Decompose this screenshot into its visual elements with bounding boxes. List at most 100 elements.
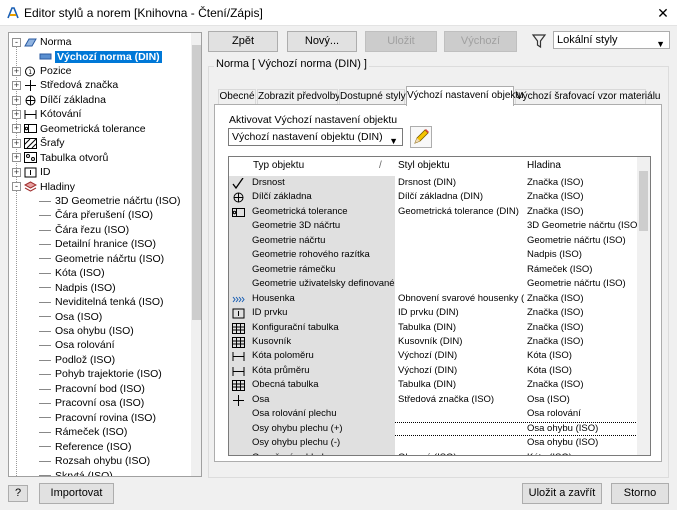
- grid-row[interactable]: Kóta poloměru Výchozí (DIN) Kóta (ISO): [229, 349, 638, 364]
- layer-cell[interactable]: Geometrie náčrtu (ISO): [527, 277, 638, 292]
- tree-item[interactable]: Pohyb trajektorie (ISO): [39, 367, 162, 381]
- object-style-cell[interactable]: Obecné (ISO): [398, 451, 524, 455]
- grid-row[interactable]: Obecná tabulka Tabulka (DIN) Značka (ISO): [229, 378, 638, 393]
- edit-pencil-icon[interactable]: [410, 126, 432, 148]
- layer-cell[interactable]: Kóta (ISO): [527, 451, 638, 455]
- tree-item[interactable]: Rozsah ohybu (ISO): [39, 454, 150, 468]
- tree-item[interactable]: 3D Geometrie náčrtu (ISO): [39, 194, 180, 208]
- object-style-cell[interactable]: Dílčí základna (DIN): [398, 190, 524, 205]
- tree-item[interactable]: Nadpis (ISO): [39, 281, 116, 295]
- expand-icon[interactable]: +: [12, 167, 21, 177]
- tree-item[interactable]: Pracovní bod (ISO): [39, 382, 145, 396]
- default-button[interactable]: Výchozí: [444, 31, 517, 52]
- close-button[interactable]: ✕: [652, 3, 674, 23]
- expand-icon[interactable]: +: [12, 124, 21, 134]
- object-style-cell[interactable]: Tabulka (DIN): [398, 378, 524, 393]
- layer-cell[interactable]: Značka (ISO): [527, 205, 638, 220]
- layer-cell[interactable]: Značka (ISO): [527, 176, 638, 191]
- tree-item[interactable]: Osa (ISO): [39, 310, 102, 324]
- grid-row[interactable]: Konfigurační tabulka Tabulka (DIN) Značka …: [229, 320, 638, 336]
- grid-scroll-thumb[interactable]: [639, 171, 648, 231]
- layer-cell[interactable]: Rámeček (ISO): [527, 263, 638, 278]
- grid-row[interactable]: Geometrie rámečku Rámeček (ISO): [229, 262, 638, 278]
- tree-item[interactable]: Reference (ISO): [39, 440, 131, 454]
- new-button[interactable]: Nový...: [287, 31, 357, 52]
- tree-item[interactable]: Kóta (ISO): [39, 266, 105, 280]
- layer-cell[interactable]: Značka (ISO): [527, 190, 638, 205]
- header-object-type[interactable]: Typ objektu: [253, 160, 304, 171]
- tree-item[interactable]: + Geometrická tolerance: [12, 122, 146, 136]
- tree-item[interactable]: - Hladiny: [12, 180, 75, 194]
- layer-cell[interactable]: Nadpis (ISO): [527, 248, 638, 263]
- tree-item[interactable]: Osa ohybu (ISO): [39, 324, 134, 338]
- grid-row[interactable]: Geometrie 3D náčrtu 3D Geometrie náčrtu (…: [229, 219, 638, 234]
- tree-item[interactable]: Detailní hranice (ISO): [39, 237, 156, 251]
- tree-item[interactable]: Pracovní rovina (ISO): [39, 411, 156, 425]
- grid-row[interactable]: Dílčí základna Dílčí základna (DIN) Značka…: [229, 190, 638, 205]
- grid-row[interactable]: Osy ohybu plechu (+) Osa ohybu (ISO): [229, 421, 638, 437]
- layer-cell[interactable]: Značka (ISO): [527, 321, 638, 336]
- grid-row[interactable]: Osa Středová značka (ISO) Osa (ISO): [229, 392, 638, 408]
- tree-item[interactable]: Výchozí norma (DIN): [39, 49, 162, 63]
- object-style-cell[interactable]: Výchozí (DIN): [398, 364, 524, 379]
- expand-icon[interactable]: +: [12, 138, 21, 148]
- layer-cell[interactable]: Osa ohybu (ISO): [527, 422, 638, 437]
- object-style-cell[interactable]: Kusovník (DIN): [398, 335, 524, 350]
- tree-item[interactable]: Skrytá (ISO): [39, 469, 113, 476]
- tree-item[interactable]: + Kótování: [12, 107, 81, 121]
- import-button[interactable]: Importovat: [39, 483, 114, 504]
- header-layer[interactable]: Hladina: [527, 160, 561, 171]
- layer-cell[interactable]: 3D Geometrie náčrtu (ISO): [527, 219, 638, 234]
- grid-row[interactable]: Geometrie uživatelsky definované zn Geome…: [229, 277, 638, 292]
- tree-item[interactable]: + ID: [12, 165, 51, 179]
- layer-cell[interactable]: Osa ohybu (ISO): [527, 436, 638, 451]
- object-defaults-select[interactable]: Výchozí nastavení objektu (DIN) ▼: [228, 128, 403, 146]
- tree-item[interactable]: + Tabulka otvorů: [12, 151, 108, 165]
- header-object-style[interactable]: Styl objektu: [398, 160, 450, 171]
- grid-row[interactable]: ID prvku ID prvku (DIN) Značka (ISO): [229, 306, 638, 321]
- expand-icon[interactable]: +: [12, 66, 21, 76]
- back-button[interactable]: Zpět: [208, 31, 278, 52]
- layer-cell[interactable]: Geometrie náčrtu (ISO): [527, 234, 638, 249]
- layer-cell[interactable]: Značka (ISO): [527, 306, 638, 321]
- tree-item[interactable]: Pracovní osa (ISO): [39, 396, 144, 410]
- collapse-icon[interactable]: -: [12, 182, 21, 192]
- style-tree[interactable]: - Norma Výchozí norma (DIN) +1 Pozice + Středo…: [8, 32, 202, 477]
- tree-scroll-thumb[interactable]: [192, 45, 201, 320]
- grid-row[interactable]: Geometrie rohového razítka Nadpis (ISO): [229, 248, 638, 263]
- tab-3[interactable]: Dostupné styly: [339, 89, 406, 105]
- help-button[interactable]: ?: [8, 485, 28, 502]
- tree-item[interactable]: +1 Pozice: [12, 64, 72, 78]
- grid-row[interactable]: Housenka Obnovení svarové housenky (IS Zna…: [229, 291, 638, 307]
- cancel-button[interactable]: Storno: [611, 483, 669, 504]
- tree-item[interactable]: + Středová značka: [12, 78, 118, 92]
- tree-item[interactable]: Čára přerušení (ISO): [39, 208, 153, 222]
- object-style-cell[interactable]: ID prvku (DIN): [398, 306, 524, 321]
- grid-row[interactable]: Osa rolování plechu Osa rolování: [229, 407, 638, 422]
- object-style-cell[interactable]: Obnovení svarové housenky (IS: [398, 292, 524, 307]
- tree-item[interactable]: Rámeček (ISO): [39, 425, 127, 439]
- tree-item[interactable]: + Šrafy: [12, 136, 65, 150]
- tree-item[interactable]: Čára řezu (ISO): [39, 223, 129, 237]
- tree-item[interactable]: Podlož (ISO): [39, 353, 115, 367]
- grid-row[interactable]: Kóta průměru Výchozí (DIN) Kóta (ISO): [229, 363, 638, 379]
- object-style-cell[interactable]: Výchozí (DIN): [398, 349, 524, 364]
- tab-4[interactable]: Výchozí nastavení objektu: [406, 86, 524, 106]
- layer-cell[interactable]: Kóta (ISO): [527, 349, 638, 364]
- expand-icon[interactable]: +: [12, 153, 21, 163]
- grid-row[interactable]: Označení pohledu Obecné (ISO)Kóta (ISO): [229, 450, 638, 455]
- grid-row[interactable]: Geometrie náčrtu Geometrie náčrtu (ISO): [229, 233, 638, 249]
- grid-row[interactable]: Osy ohybu plechu (-) Osa ohybu (ISO): [229, 436, 638, 451]
- collapse-icon[interactable]: -: [12, 37, 21, 47]
- layer-cell[interactable]: Kóta (ISO): [527, 364, 638, 379]
- object-defaults-grid[interactable]: Typ objektu / Styl objektu Hladina Drsno…: [228, 156, 651, 456]
- grid-row[interactable]: Geometrická tolerance Geometrická toleran…: [229, 204, 638, 220]
- grid-row[interactable]: Drsnost Drsnost (DIN) Značka (ISO): [229, 176, 638, 191]
- object-style-cell[interactable]: Tabulka (DIN): [398, 321, 524, 336]
- tree-item[interactable]: Geometrie náčrtu (ISO): [39, 252, 164, 266]
- grid-row[interactable]: Kusovník Kusovník (DIN) Značka (ISO): [229, 334, 638, 350]
- tree-item[interactable]: - Norma: [12, 35, 72, 49]
- tree-item[interactable]: Osa rolování: [39, 338, 115, 352]
- layer-cell[interactable]: Značka (ISO): [527, 292, 638, 307]
- layer-cell[interactable]: Značka (ISO): [527, 335, 638, 350]
